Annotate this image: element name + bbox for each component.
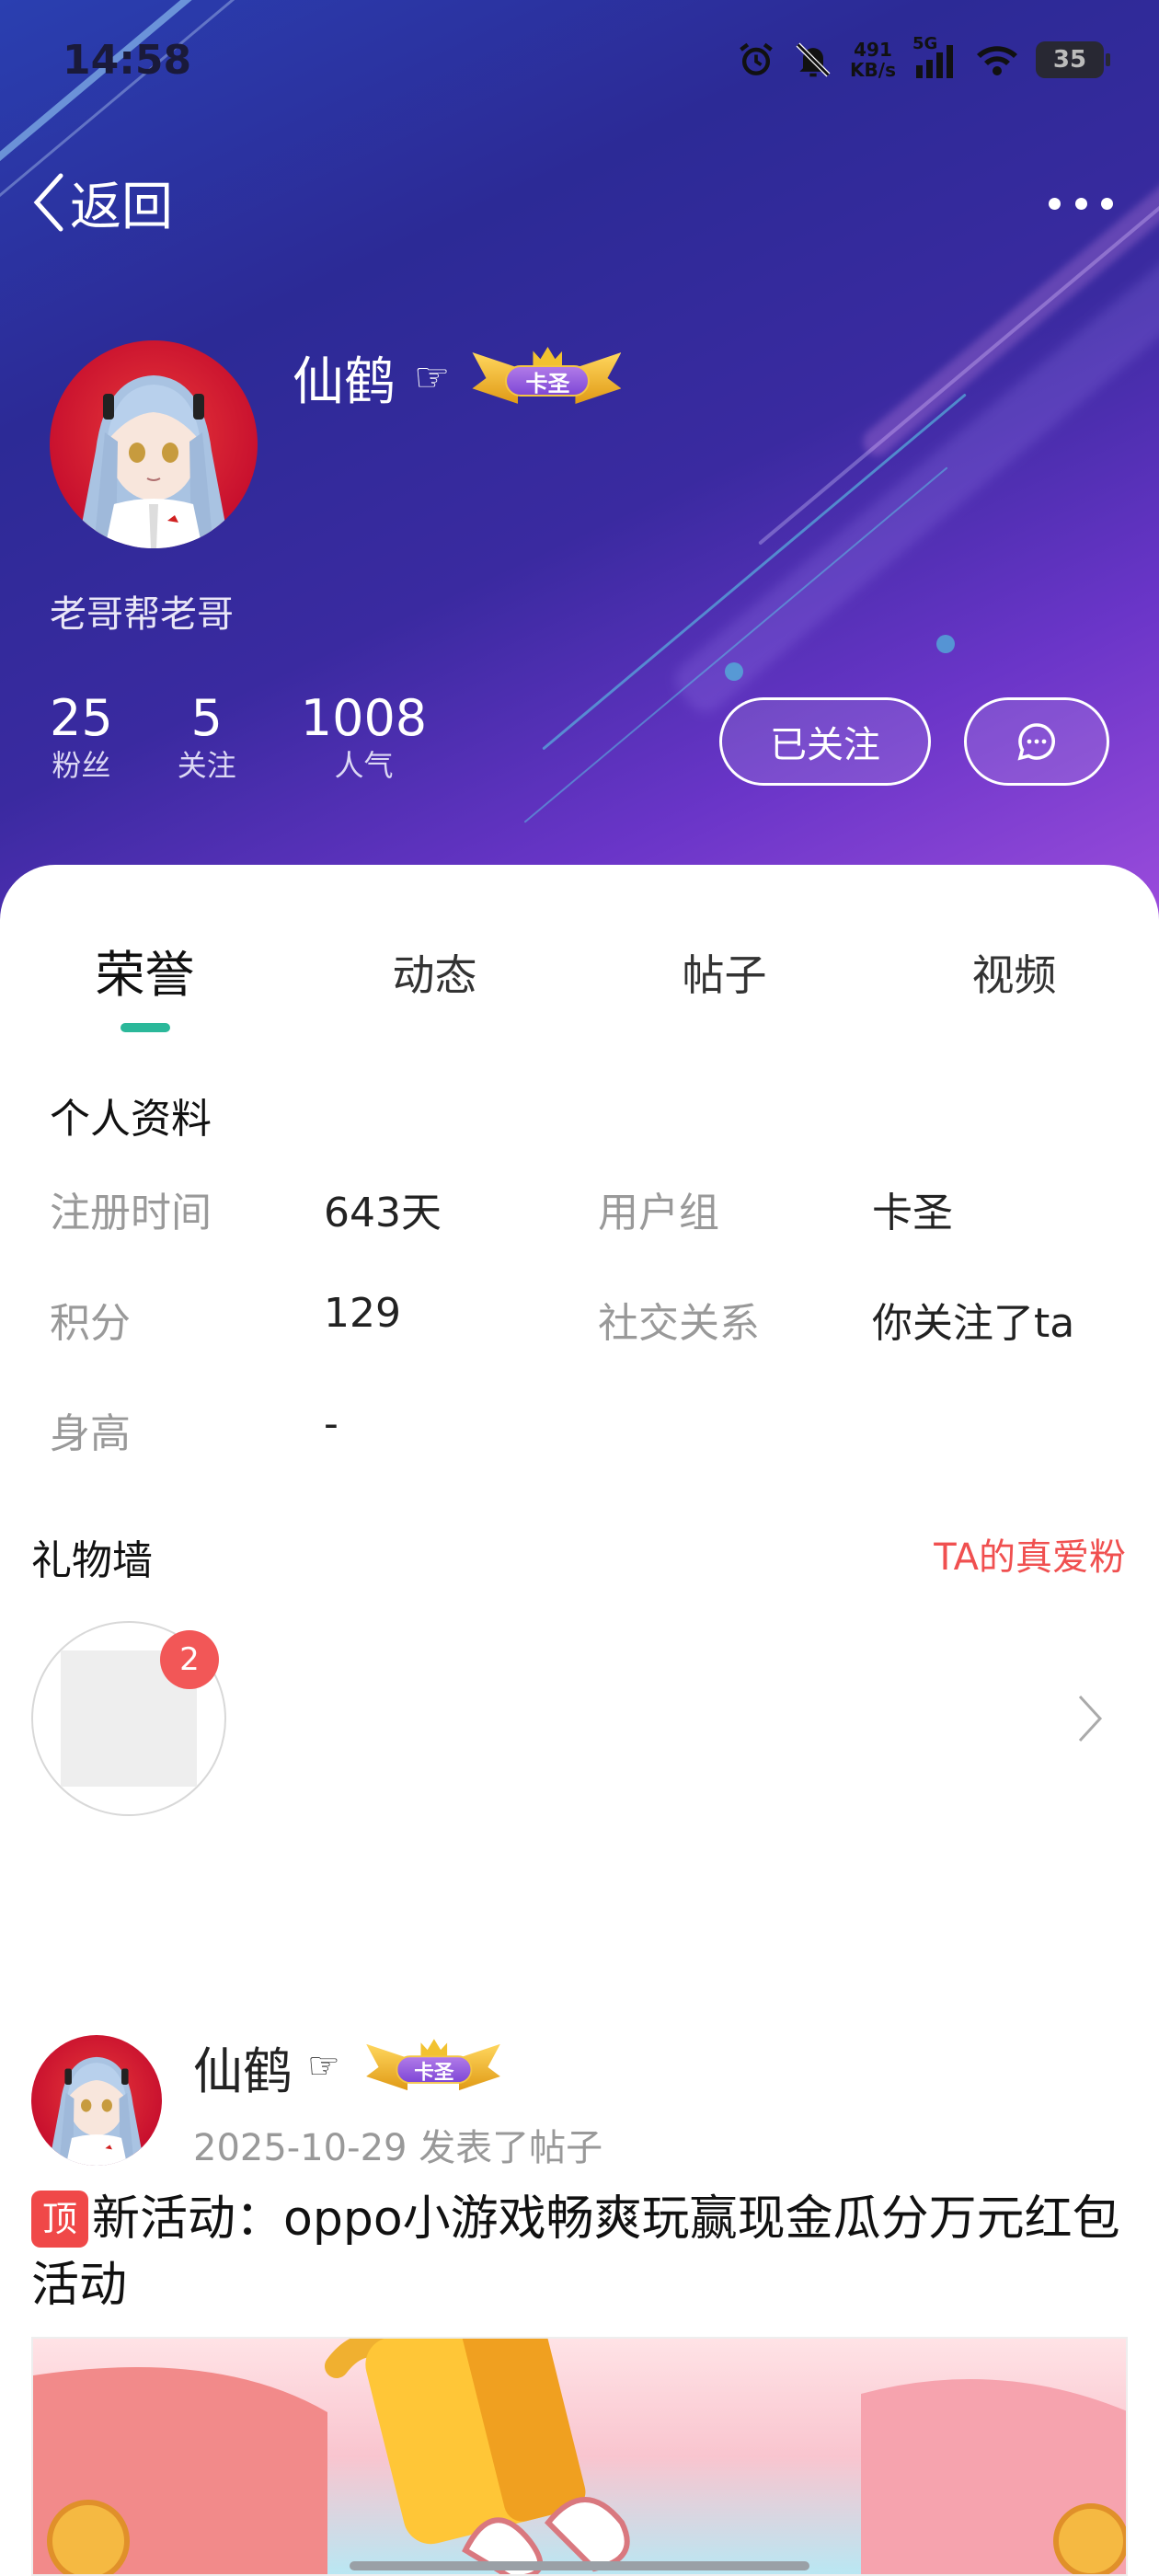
profile-tabs: 荣誉 动态 帖子 视频 — [0, 938, 1159, 1030]
profile-signature: 老哥帮老哥 — [50, 593, 234, 636]
alarm-icon — [740, 42, 773, 75]
stat-value: 1008 — [300, 689, 428, 747]
post-action: 发表了帖子 — [419, 2127, 603, 2169]
gift-count-badge: 2 — [160, 1630, 219, 1689]
level-badge-label: 卡圣 — [396, 2055, 473, 2084]
post-date: 2025-10-29 — [193, 2127, 407, 2169]
chevron-right-icon[interactable] — [1076, 1693, 1104, 1744]
info-label-relationship: 社交关系 — [598, 1300, 760, 1347]
gift-wall-title: 礼物墙 — [31, 1537, 153, 1584]
tab-honor[interactable]: 荣誉 — [0, 938, 290, 1030]
info-label-points: 积分 — [50, 1300, 131, 1347]
post-title[interactable]: 顶新活动：oppo小游戏畅爽玩赢现金瓜分万元红包活动 — [31, 2186, 1126, 2318]
stat-following[interactable]: 5 关注 — [178, 690, 236, 784]
profile-name: 仙鹤 — [293, 351, 396, 412]
personal-info-title: 个人资料 — [50, 1096, 212, 1143]
pointing-hand-icon: ☞ — [307, 2045, 340, 2087]
following-button[interactable]: 已关注 — [719, 697, 931, 786]
tab-activity[interactable]: 动态 — [290, 938, 580, 1030]
stat-label: 人气 — [334, 748, 394, 783]
chat-bubble-icon — [1017, 723, 1055, 761]
status-time: 14:58 — [63, 37, 192, 84]
stat-value: 25 — [50, 689, 113, 747]
stat-popularity: 1008 人气 — [301, 690, 427, 784]
more-dot — [1074, 197, 1087, 210]
level-badge-label: 卡圣 — [505, 365, 591, 397]
info-value-relationship: 你关注了ta — [872, 1300, 1075, 1347]
info-label-register-time: 注册时间 — [50, 1190, 212, 1236]
wifi-icon — [977, 46, 1017, 75]
anime-avatar-illustration — [77, 375, 230, 548]
tab-videos[interactable]: 视频 — [869, 938, 1159, 1030]
promo-illustration — [33, 2339, 1126, 2574]
pointing-hand-icon: ☞ — [414, 353, 451, 401]
pinned-tag: 顶 — [31, 2191, 88, 2248]
info-value-height: - — [324, 1400, 339, 1447]
post-title-text: 新活动：oppo小游戏畅爽玩赢现金瓜分万元红包活动 — [31, 2191, 1120, 2313]
post-author-row: 仙鹤 ☞ 卡圣 — [193, 2030, 511, 2103]
chevron-left-icon — [33, 173, 63, 232]
mute-bell-icon — [796, 42, 831, 77]
level-badge: 卡圣 — [362, 2039, 503, 2093]
back-button[interactable]: 返回 — [31, 166, 173, 239]
info-value-register-time: 643天 — [324, 1190, 442, 1236]
anime-avatar-illustration — [48, 2056, 145, 2166]
stat-label: 粉丝 — [52, 748, 111, 783]
level-badge: 卡圣 — [468, 347, 625, 408]
post-author-avatar[interactable] — [31, 2035, 162, 2166]
more-options-button[interactable] — [1049, 180, 1113, 226]
post-meta: 2025-10-29 发表了帖子 — [193, 2118, 602, 2171]
stat-value: 5 — [190, 689, 223, 747]
status-icons: 491 KB/s 5G 35 — [736, 34, 1110, 83]
profile-name-row: 仙鹤 ☞ 卡圣 — [293, 340, 625, 414]
message-button[interactable] — [964, 697, 1109, 786]
home-indicator[interactable] — [350, 2561, 809, 2570]
tab-posts[interactable]: 帖子 — [580, 938, 869, 1030]
profile-stats: 25 粉丝 5 关注 1008 人气 — [50, 690, 427, 784]
avatar[interactable] — [50, 340, 258, 548]
battery-icon: 35 — [1036, 41, 1110, 78]
info-value-points: 129 — [324, 1290, 401, 1337]
info-label-height: 身高 — [50, 1410, 131, 1457]
more-dot — [1101, 197, 1113, 210]
net-speed: 491 KB/s — [850, 39, 896, 81]
stat-fans[interactable]: 25 粉丝 — [50, 690, 113, 784]
true-fans-link[interactable]: TA的真爱粉 — [934, 1527, 1126, 1581]
post-author-name[interactable]: 仙鹤 — [193, 2030, 293, 2103]
more-dot — [1049, 197, 1061, 210]
info-value-user-group: 卡圣 — [872, 1190, 953, 1236]
back-label: 返回 — [70, 177, 173, 237]
post-cover-image[interactable] — [31, 2337, 1128, 2576]
cellular-signal-icon: 5G — [912, 34, 958, 80]
stat-label: 关注 — [177, 748, 236, 783]
info-label-user-group: 用户组 — [598, 1190, 719, 1236]
